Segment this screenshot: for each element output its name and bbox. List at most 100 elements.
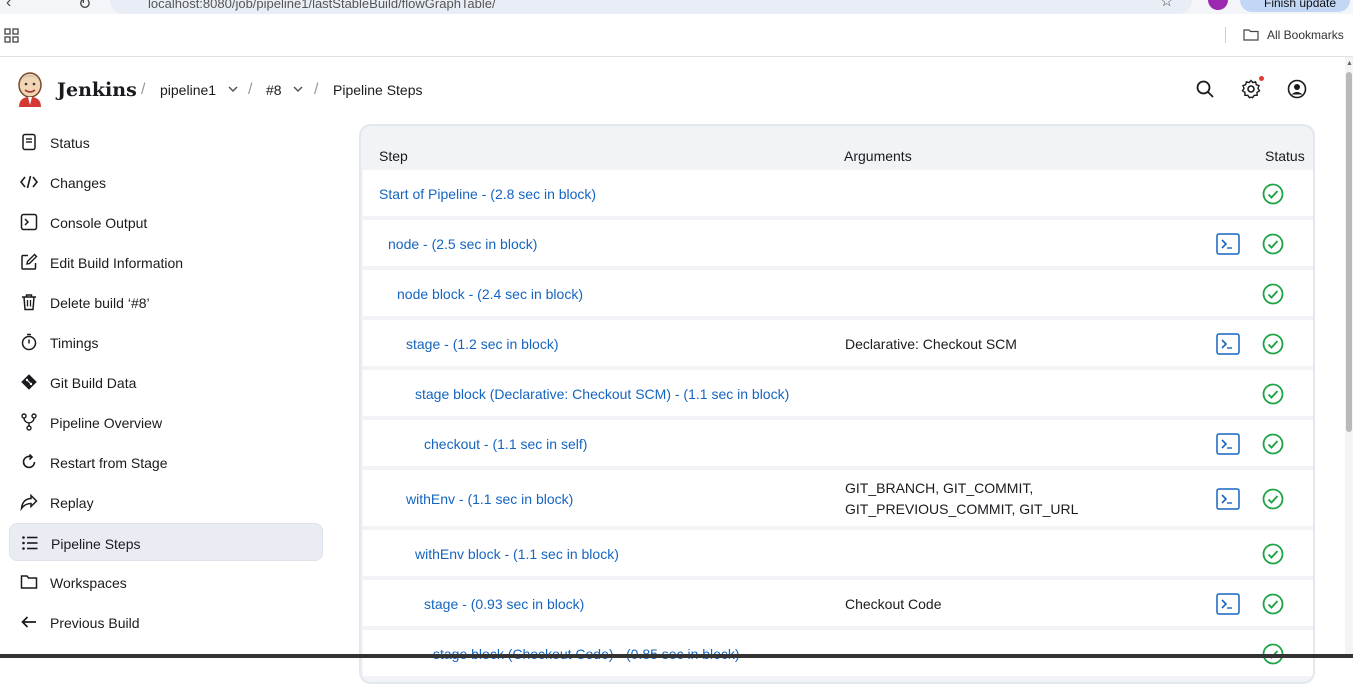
finish-update-button[interactable]: Finish update <box>1240 0 1350 12</box>
column-header-step[interactable]: Step <box>379 148 408 164</box>
scroll-up-arrow-icon[interactable]: ▲ <box>1346 60 1353 67</box>
sidebar-item-label: Workspaces <box>50 575 127 591</box>
step-link[interactable]: node block - (2.4 sec in block) <box>397 286 583 302</box>
sidebar-item-pipeline-overview[interactable]: Pipeline Overview <box>9 403 323 441</box>
reload-icon[interactable]: ↻ <box>78 0 91 14</box>
sidebar-item-restart-from-stage[interactable]: Restart from Stage <box>9 443 323 481</box>
table-row: node - (2.5 sec in block) <box>363 220 1313 268</box>
terminal-icon <box>20 213 38 231</box>
sidebar-item-label: Status <box>50 135 90 151</box>
success-check-icon <box>1262 433 1284 455</box>
all-bookmarks-link[interactable]: All Bookmarks <box>1267 28 1344 42</box>
step-link[interactable]: withEnv - (1.1 sec in block) <box>406 491 573 507</box>
step-link[interactable]: stage block (Declarative: Checkout SCM) … <box>415 386 789 402</box>
step-link[interactable]: checkout - (1.1 sec in self) <box>424 436 587 452</box>
breadcrumb-build-8[interactable]: #8 <box>266 82 282 98</box>
browser-chrome: ‹ ↻ localhost:8080/job/pipeline1/lastSta… <box>0 0 1353 57</box>
sidebar-item-pipeline-steps[interactable]: Pipeline Steps <box>9 523 323 561</box>
breadcrumb-pipeline1[interactable]: pipeline1 <box>160 82 216 98</box>
trash-icon <box>22 294 36 311</box>
breadcrumb-separator: / <box>248 81 253 98</box>
search-icon[interactable] <box>1195 79 1215 99</box>
console-output-icon[interactable] <box>1216 333 1240 355</box>
console-output-icon[interactable] <box>1216 433 1240 455</box>
git-icon <box>21 374 37 390</box>
bookmarks-separator <box>1225 27 1226 43</box>
edit-icon <box>21 253 38 270</box>
step-link[interactable]: stage - (1.2 sec in block) <box>406 336 559 352</box>
console-output-icon[interactable] <box>1216 488 1240 510</box>
sidebar-item-label: Changes <box>50 175 107 191</box>
success-check-icon <box>1262 383 1284 405</box>
chevron-down-icon[interactable] <box>227 83 239 95</box>
table-row: node block - (2.4 sec in block) <box>363 270 1313 318</box>
sidebar-item-label: Git Build Data <box>50 375 137 391</box>
bookmark-star-icon[interactable]: ☆ <box>1160 0 1173 10</box>
step-link[interactable]: withEnv block - (1.1 sec in block) <box>415 546 619 562</box>
folder-icon[interactable] <box>1243 28 1259 41</box>
sidebar-item-console-output[interactable]: Console Output <box>9 203 323 241</box>
sidebar-item-git-build-data[interactable]: Git Build Data <box>9 363 323 401</box>
table-row: stage - (1.2 sec in block) Declarative: C… <box>363 320 1313 368</box>
pipeline-steps-table: Step Arguments Status Start of Pipeline … <box>359 124 1315 684</box>
jenkins-header: Jenkins / pipeline1 / #8 / Pipeline Step… <box>0 57 1345 121</box>
code-icon <box>20 175 38 189</box>
sidebar-item-label: Edit Build Information <box>50 255 184 271</box>
notepad-icon <box>22 133 36 151</box>
success-check-icon <box>1262 283 1284 305</box>
step-link[interactable]: stage - (0.93 sec in block) <box>424 596 584 612</box>
column-header-arguments[interactable]: Arguments <box>844 148 912 164</box>
branch-icon <box>21 413 37 431</box>
stopwatch-icon <box>21 333 37 351</box>
arrow-left-icon <box>21 616 36 628</box>
sidebar-item-changes[interactable]: Changes <box>9 163 323 201</box>
success-check-icon <box>1262 233 1284 255</box>
breadcrumb-separator: / <box>314 81 319 98</box>
sidebar-item-timings[interactable]: Timings <box>9 323 323 361</box>
jenkins-logo-icon[interactable] <box>15 71 45 107</box>
step-arguments: Declarative: Checkout SCM <box>845 336 1017 352</box>
step-link[interactable]: node - (2.5 sec in block) <box>388 236 537 252</box>
sidebar-item-label: Timings <box>50 335 99 351</box>
sidebar-item-delete-build[interactable]: Delete build ‘#8’ <box>9 283 323 321</box>
console-output-icon[interactable] <box>1216 593 1240 615</box>
jenkins-brand[interactable]: Jenkins <box>57 79 137 101</box>
sidebar-item-label: Pipeline Steps <box>51 536 141 552</box>
sidebar-item-label: Previous Build <box>50 615 140 631</box>
sidebar-item-previous-build[interactable]: Previous Build <box>9 603 323 641</box>
breadcrumb-pipeline-steps[interactable]: Pipeline Steps <box>333 82 423 98</box>
sidebar-item-edit-build-information[interactable]: Edit Build Information <box>9 243 323 281</box>
list-icon <box>22 536 38 550</box>
sidebar-item-label: Pipeline Overview <box>50 415 163 431</box>
restart-icon <box>22 453 36 469</box>
table-row: stage block (Declarative: Checkout SCM) … <box>363 370 1313 418</box>
user-account-icon[interactable] <box>1287 79 1307 99</box>
table-row: Start of Pipeline - (2.8 sec in block) <box>363 170 1313 218</box>
table-row: stage - (0.93 sec in block) Checkout Code <box>363 580 1313 628</box>
success-check-icon <box>1262 488 1284 510</box>
bottom-edge <box>0 654 1353 658</box>
success-check-icon <box>1262 593 1284 615</box>
sidebar-item-status[interactable]: Status <box>9 123 323 161</box>
step-link[interactable]: Start of Pipeline - (2.8 sec in block) <box>379 186 596 202</box>
apps-grid-icon[interactable] <box>4 28 20 44</box>
sidebar-item-label: Replay <box>50 495 94 511</box>
notification-dot <box>1259 76 1264 81</box>
table-row: checkout - (1.1 sec in self) <box>363 420 1313 468</box>
step-arguments: Checkout Code <box>845 596 942 612</box>
back-icon[interactable]: ‹ <box>6 0 11 12</box>
step-arguments: GIT_BRANCH, GIT_COMMIT, GIT_PREVIOUS_COM… <box>845 480 1079 517</box>
sidebar-item-label: Restart from Stage <box>50 455 168 471</box>
folder-icon <box>20 575 38 589</box>
address-bar[interactable]: localhost:8080/job/pipeline1/lastStableB… <box>110 0 1192 14</box>
success-check-icon <box>1262 183 1284 205</box>
bookmarks-bar: All Bookmarks <box>0 20 1353 50</box>
sidebar-item-workspaces[interactable]: Workspaces <box>9 563 323 601</box>
chevron-down-icon[interactable] <box>292 83 304 95</box>
scrollbar-thumb[interactable] <box>1346 72 1352 432</box>
console-output-icon[interactable] <box>1216 233 1240 255</box>
table-row: withEnv - (1.1 sec in block) GIT_BRANCH, … <box>363 470 1313 528</box>
gear-icon[interactable] <box>1241 79 1261 99</box>
sidebar-item-replay[interactable]: Replay <box>9 483 323 521</box>
column-header-status[interactable]: Status <box>1265 148 1305 164</box>
